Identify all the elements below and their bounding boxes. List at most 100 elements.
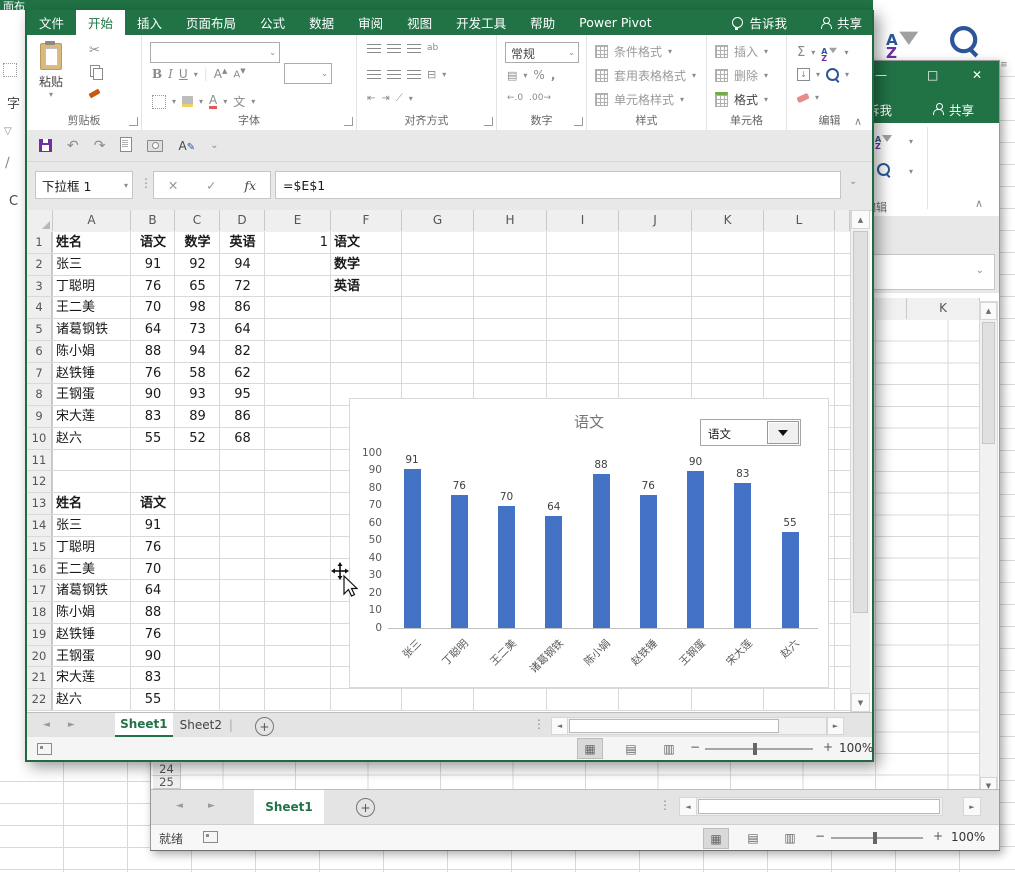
- pinyin-icon[interactable]: 文: [233, 93, 245, 110]
- share-button[interactable]: 共享: [837, 13, 862, 32]
- dropdown-icon[interactable]: ▾: [909, 167, 913, 176]
- row-header-3[interactable]: 3: [27, 275, 52, 298]
- row-header-21[interactable]: 21: [27, 667, 52, 690]
- cell-styles-button[interactable]: 单元格样式: [614, 91, 674, 108]
- mid-h-scrollbar[interactable]: [696, 797, 943, 816]
- grid-cell-B1[interactable]: 语文: [134, 232, 172, 254]
- dialog-launcher-icon[interactable]: [129, 117, 138, 126]
- font-color-icon[interactable]: A: [209, 94, 218, 109]
- copy-icon[interactable]: [90, 65, 103, 80]
- mid-sheet-tab[interactable]: Sheet1: [254, 790, 324, 826]
- grid-cell-A13[interactable]: 姓名: [56, 493, 128, 515]
- bar[interactable]: [592, 474, 610, 628]
- find-icon[interactable]: [877, 163, 890, 179]
- grid-cell-A18[interactable]: 陈小娟: [56, 602, 128, 624]
- row-header-10[interactable]: 10: [27, 427, 52, 450]
- grid-cell-C9[interactable]: 89: [178, 406, 217, 428]
- cancel-icon[interactable]: ✕: [168, 178, 178, 193]
- zoom-slider[interactable]: [705, 743, 813, 755]
- ribbon-tab-2[interactable]: 插入: [125, 10, 174, 35]
- zoom-slider[interactable]: [831, 832, 923, 844]
- row-header-5[interactable]: 5: [27, 319, 52, 341]
- zoom-slider-handle[interactable]: [753, 743, 757, 755]
- bar[interactable]: [781, 531, 799, 628]
- ribbon-tab-8[interactable]: 开发工具: [444, 10, 518, 35]
- grid-cell-B16[interactable]: 70: [134, 559, 172, 581]
- scroll-right-icon[interactable]: ►: [963, 797, 981, 816]
- ribbon-tab-10[interactable]: Power Pivot: [567, 10, 663, 35]
- grid-cell-B7[interactable]: 76: [134, 363, 172, 385]
- align-left-icon[interactable]: [367, 70, 381, 79]
- grid-cell-A22[interactable]: 赵六: [56, 689, 128, 711]
- horizontal-scrollbar[interactable]: [567, 717, 827, 735]
- column-header-partial[interactable]: [835, 210, 850, 231]
- view-layout-icon[interactable]: ▤: [619, 739, 643, 758]
- row-header-17[interactable]: 17: [27, 580, 52, 603]
- column-header-L[interactable]: L: [764, 210, 835, 231]
- zoom-out-icon[interactable]: −: [690, 740, 700, 754]
- cut-icon[interactable]: ✂: [89, 43, 100, 58]
- view-layout-icon[interactable]: ▤: [741, 828, 765, 847]
- collapse-ribbon-icon[interactable]: ∧: [975, 197, 983, 210]
- dialog-launcher-icon[interactable]: [344, 117, 353, 126]
- column-header-C[interactable]: C: [175, 210, 220, 231]
- row-header-11[interactable]: 11: [27, 449, 52, 472]
- vertical-scrollbar[interactable]: ▲ ▼: [850, 210, 870, 712]
- grid-cell-A10[interactable]: 赵六: [56, 428, 128, 450]
- accounting-format-icon[interactable]: ▤: [507, 69, 517, 82]
- sheet-tab-sheet2[interactable]: Sheet2: [173, 713, 229, 737]
- align-top-icon[interactable]: [367, 43, 381, 53]
- camera-icon[interactable]: [147, 139, 164, 152]
- scroll-thumb[interactable]: [569, 719, 779, 733]
- grid-cell-C7[interactable]: 58: [178, 363, 217, 385]
- row-header-12[interactable]: 12: [27, 471, 52, 494]
- scroll-right-icon[interactable]: ►: [827, 717, 844, 735]
- grid-cell-A14[interactable]: 张三: [56, 515, 128, 537]
- select-all-corner[interactable]: [27, 210, 53, 231]
- row-header-19[interactable]: 19: [27, 623, 52, 646]
- grid-cell-D2[interactable]: 94: [223, 254, 262, 276]
- ribbon-tab-7[interactable]: 视图: [395, 10, 444, 35]
- borders-icon[interactable]: [152, 94, 166, 109]
- scroll-thumb[interactable]: [698, 799, 940, 814]
- row-header-4[interactable]: 4: [27, 297, 52, 320]
- format-tool-icon[interactable]: A✎: [178, 139, 195, 153]
- dropdown-icon[interactable]: ▾: [194, 70, 198, 79]
- row-header-1[interactable]: 1: [27, 232, 52, 254]
- print-preview-icon[interactable]: [120, 136, 133, 155]
- qat-customize-icon[interactable]: ⌄: [210, 140, 218, 151]
- wrap-text-icon[interactable]: ⟋: [396, 93, 403, 104]
- chart-dropdown-button[interactable]: [767, 421, 799, 444]
- bar[interactable]: [403, 468, 421, 628]
- grid-cell-D8[interactable]: 95: [223, 384, 262, 406]
- maximize-icon[interactable]: □: [927, 68, 938, 82]
- column-header-H[interactable]: H: [474, 210, 547, 231]
- paste-button[interactable]: 粘贴 ▾: [39, 41, 63, 99]
- align-bottom-icon[interactable]: [407, 43, 421, 53]
- grid-cell-A5[interactable]: 诸葛钢铁: [56, 319, 128, 341]
- row-header-9[interactable]: 9: [27, 406, 52, 428]
- row-header-7[interactable]: 7: [27, 362, 52, 385]
- merge-center-icon[interactable]: ⊟: [427, 68, 436, 81]
- increase-decimal-icon[interactable]: ←.0: [507, 93, 523, 103]
- zoom-level[interactable]: 100%: [951, 830, 985, 844]
- row-header-15[interactable]: 15: [27, 536, 52, 559]
- chart-dropdown-control[interactable]: 语文: [700, 419, 801, 446]
- grid-cell-C3[interactable]: 65: [178, 276, 217, 298]
- grid-cell-B10[interactable]: 55: [134, 428, 172, 450]
- grid-cell-D10[interactable]: 68: [223, 428, 262, 450]
- outer-search-icon[interactable]: [950, 26, 978, 60]
- grid-cell-B3[interactable]: 76: [134, 276, 172, 298]
- autosum-icon[interactable]: Σ: [797, 45, 805, 60]
- column-header-F[interactable]: F: [331, 210, 402, 231]
- row-header-18[interactable]: 18: [27, 602, 52, 624]
- bar[interactable]: [639, 495, 657, 628]
- orientation-icon[interactable]: ab: [427, 43, 438, 53]
- fill-down-icon[interactable]: ↓: [797, 68, 810, 81]
- ribbon-tab-3[interactable]: 页面布局: [174, 10, 248, 35]
- sort-filter-icon[interactable]: AZ: [821, 43, 838, 63]
- zoom-slider-handle[interactable]: [873, 832, 877, 844]
- zoom-out-icon[interactable]: −: [815, 829, 825, 843]
- underline-button[interactable]: U: [179, 67, 188, 81]
- grid-cell-A2[interactable]: 张三: [56, 254, 128, 276]
